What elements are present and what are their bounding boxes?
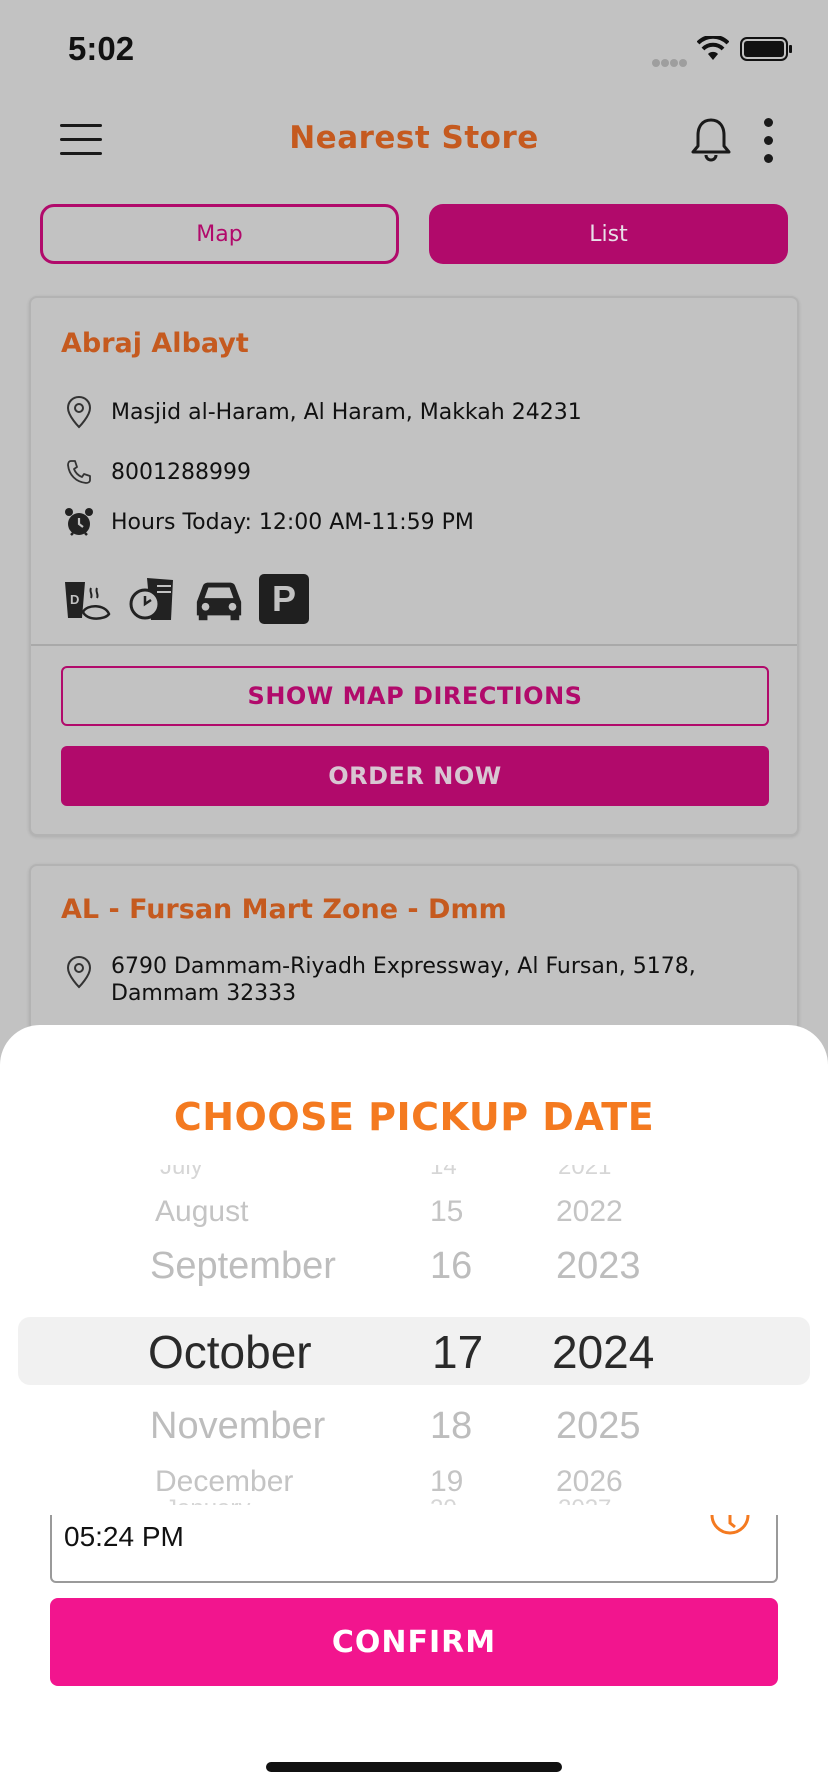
picker-month-option[interactable]: January <box>165 1495 250 1505</box>
wifi-icon <box>696 34 730 66</box>
sheet-title: CHOOSE PICKUP DATE <box>173 1095 655 1139</box>
card-divider <box>31 644 797 646</box>
store-phone[interactable]: 8001288999 <box>111 460 251 485</box>
picker-year-option[interactable]: 2025 <box>556 1405 641 1448</box>
store-address-row: 6790 Dammam-Riyadh Expressway, Al Fursan… <box>61 954 696 1006</box>
pickup-time-value: 05:24 PM <box>64 1521 184 1552</box>
picker-day-option[interactable]: 20 <box>430 1495 457 1505</box>
bell-icon[interactable] <box>690 116 732 166</box>
store-hours: Hours Today: 12:00 AM-11:59 PM <box>111 509 474 535</box>
picker-year-option[interactable]: 2027 <box>558 1495 611 1505</box>
pickup-time-field[interactable]: 05:24 PM <box>50 1514 778 1583</box>
phone-icon <box>61 454 97 490</box>
home-indicator <box>266 1762 562 1772</box>
picker-month-selected[interactable]: October <box>148 1325 312 1379</box>
year-wheel[interactable]: 2021 2022 2023 2024 2025 2026 2027 <box>540 1165 700 1505</box>
pickup-date-sheet: CHOOSE PICKUP DATE July August September… <box>0 1025 828 1792</box>
picker-day-option[interactable]: 18 <box>430 1405 472 1448</box>
confirm-button[interactable]: CONFIRM <box>50 1598 778 1686</box>
picker-month-option[interactable]: December <box>155 1465 293 1499</box>
picker-day-option[interactable]: 15 <box>430 1195 463 1229</box>
alarm-clock-icon <box>61 504 97 540</box>
picker-day-option[interactable]: 14 <box>430 1165 457 1181</box>
location-pin-icon <box>61 954 97 990</box>
coffee-pastry-icon: D <box>61 574 113 626</box>
battery-icon <box>740 36 794 66</box>
clock-icon[interactable] <box>710 1514 750 1551</box>
order-now-button[interactable]: ORDER NOW <box>61 746 769 806</box>
store-address-line-1: 6790 Dammam-Riyadh Expressway, Al Fursan… <box>111 954 696 979</box>
tab-map[interactable]: Map <box>40 204 399 264</box>
store-hours-row: Hours Today: 12:00 AM-11:59 PM <box>61 504 474 540</box>
picker-month-option[interactable]: August <box>155 1195 248 1229</box>
picker-month-option[interactable]: July <box>160 1165 203 1181</box>
store-address: Masjid al-Haram, Al Haram, Makkah 24231 <box>111 399 582 425</box>
store-card[interactable]: Abraj Albayt Masjid al-Haram, Al Haram, … <box>29 296 799 836</box>
drive-thru-car-icon <box>193 574 245 626</box>
store-name: AL - Fursan Mart Zone - Dmm <box>61 894 507 925</box>
store-address-line-2: Dammam 32333 <box>111 981 297 1006</box>
picker-year-option[interactable]: 2022 <box>556 1195 623 1229</box>
drink-icon <box>127 574 179 626</box>
svg-text:D: D <box>70 592 79 607</box>
location-pin-icon <box>61 394 97 430</box>
picker-year-option[interactable]: 2026 <box>556 1465 623 1499</box>
cellular-signal-icon <box>652 52 692 67</box>
day-wheel[interactable]: 14 15 16 17 18 19 20 <box>420 1165 520 1505</box>
picker-day-option[interactable]: 19 <box>430 1465 463 1499</box>
picker-month-option[interactable]: September <box>150 1245 336 1288</box>
store-address-row: Masjid al-Haram, Al Haram, Makkah 24231 <box>61 394 582 430</box>
date-picker[interactable]: July August September October November D… <box>0 1165 828 1505</box>
parking-icon: P <box>259 574 309 624</box>
picker-year-option[interactable]: 2023 <box>556 1245 641 1288</box>
picker-month-option[interactable]: November <box>150 1405 325 1448</box>
store-features: D P <box>61 574 309 626</box>
picker-day-selected[interactable]: 17 <box>432 1325 483 1379</box>
tab-list[interactable]: List <box>429 204 788 264</box>
picker-year-option[interactable]: 2021 <box>558 1165 611 1181</box>
status-time: 5:02 <box>68 30 135 67</box>
status-bar: 5:02 <box>0 0 828 100</box>
picker-day-option[interactable]: 16 <box>430 1245 472 1288</box>
store-phone-row[interactable]: 8001288999 <box>61 454 251 490</box>
month-wheel[interactable]: July August September October November D… <box>0 1165 420 1505</box>
picker-year-selected[interactable]: 2024 <box>552 1325 654 1379</box>
store-name: Abraj Albayt <box>61 328 249 359</box>
more-options-icon[interactable] <box>764 118 774 172</box>
show-map-directions-button[interactable]: SHOW MAP DIRECTIONS <box>61 666 769 726</box>
